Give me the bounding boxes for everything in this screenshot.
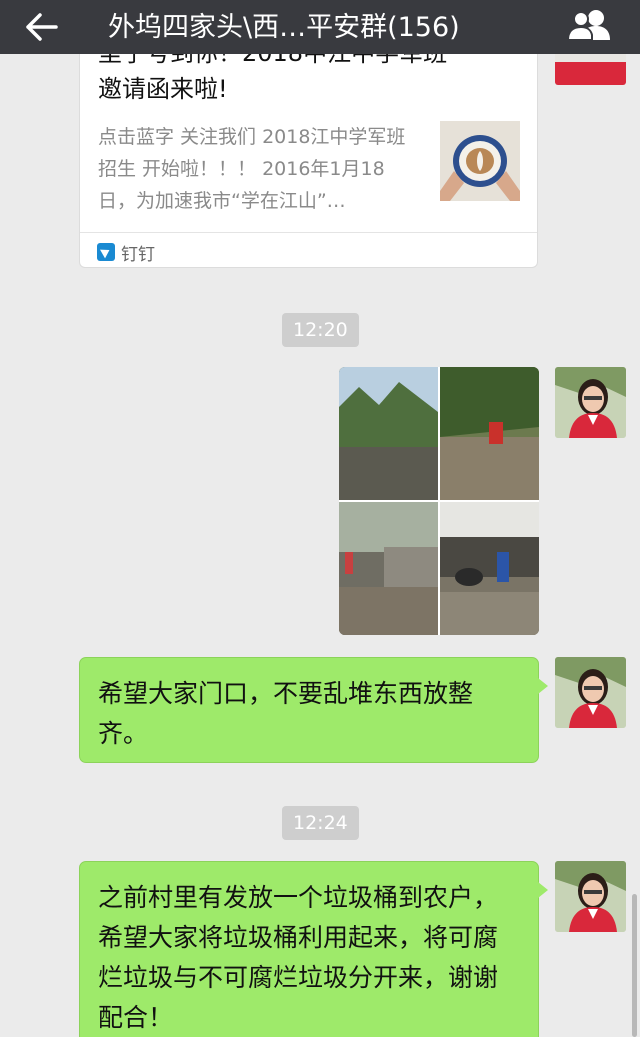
avatar-photo bbox=[555, 54, 626, 85]
sender-avatar[interactable] bbox=[555, 657, 626, 728]
text-message[interactable]: 之前村里有发放一个垃圾桶到农户，希望大家将垃圾桶利用起来，将可腐烂垃圾与不可腐烂… bbox=[79, 861, 548, 1037]
card-title-partial: 里子号到你！2018中江中学军班 bbox=[98, 54, 498, 71]
image-message[interactable] bbox=[339, 367, 539, 635]
card-description: 点击蓝字 关注我们 2018江中学军班招生 开始啦！！！ 2016年1月18日，… bbox=[98, 126, 406, 212]
card-title-visible: 邀请函来啦! bbox=[98, 75, 228, 103]
time-divider: 12:24 bbox=[282, 806, 359, 840]
village-cleanup-photo-collage bbox=[339, 367, 539, 635]
sender-avatar[interactable] bbox=[555, 367, 626, 438]
sender-avatar[interactable] bbox=[555, 861, 626, 932]
back-arrow-icon bbox=[26, 13, 58, 41]
back-button[interactable] bbox=[22, 8, 62, 46]
dingtalk-icon bbox=[97, 243, 115, 261]
sender-avatar[interactable] bbox=[555, 54, 626, 85]
group-members-button[interactable] bbox=[564, 6, 616, 46]
card-thumbnail bbox=[440, 121, 520, 201]
avatar-photo bbox=[555, 861, 626, 932]
card-divider bbox=[80, 232, 537, 233]
shared-link-card[interactable]: 里子号到你！2018中江中学军班 邀请函来啦! 点击蓝字 关注我们 2018江中… bbox=[79, 54, 538, 268]
time-divider: 12:20 bbox=[282, 313, 359, 347]
card-source-name: 钉钉 bbox=[121, 244, 155, 265]
card-title: 里子号到你！2018中江中学军班 邀请函来啦! bbox=[98, 54, 498, 107]
message-list[interactable]: 里子号到你！2018中江中学军班 邀请函来啦! 点击蓝字 关注我们 2018江中… bbox=[0, 54, 640, 1037]
chat-header: 外坞四家头\西…平安群(156) bbox=[0, 0, 640, 54]
group-members-icon bbox=[566, 10, 610, 41]
avatar-photo bbox=[555, 657, 626, 728]
card-source: 钉钉 bbox=[97, 238, 155, 266]
text-message[interactable]: 希望大家门口，不要乱堆东西放整齐。 bbox=[79, 657, 548, 763]
scrollbar[interactable] bbox=[632, 894, 637, 1037]
chat-title: 外坞四家头\西…平安群(156) bbox=[108, 12, 460, 43]
latte-art-photo bbox=[440, 121, 520, 201]
avatar-photo bbox=[555, 367, 626, 438]
